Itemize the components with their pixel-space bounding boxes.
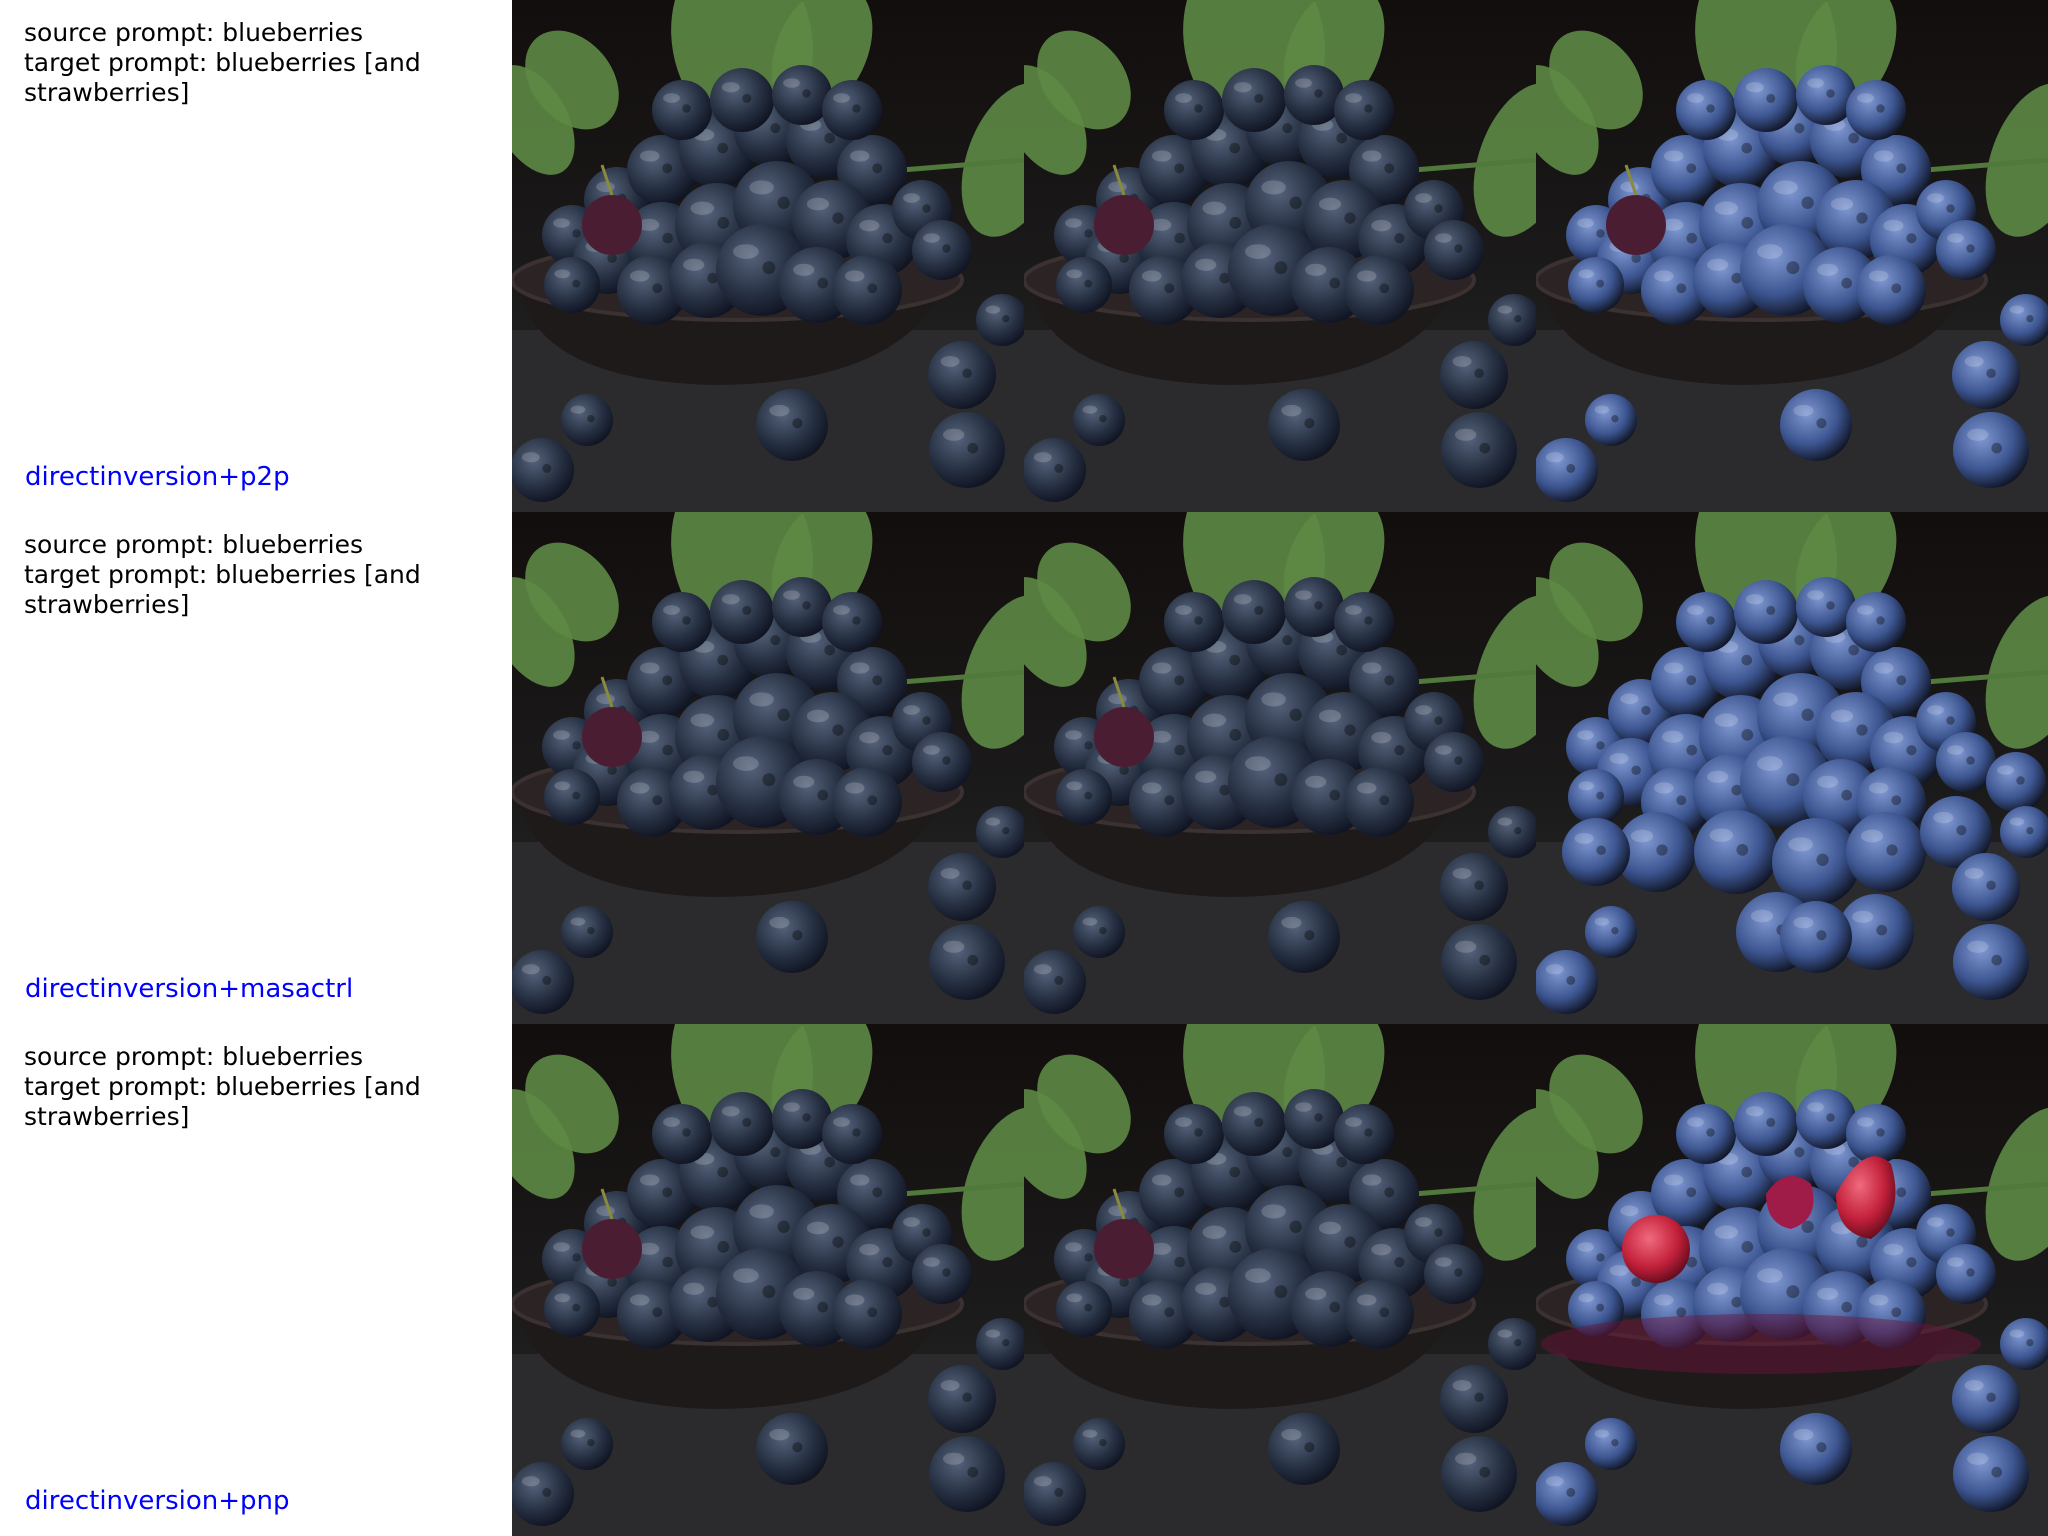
method-label: directinversion+pnp xyxy=(25,1486,290,1516)
comparison-row-2: source prompt: blueberries target prompt… xyxy=(0,512,2048,1024)
target-prompt: target prompt: blueberries [and strawber… xyxy=(24,1072,429,1131)
source-prompt: source prompt: blueberries xyxy=(24,1042,364,1071)
method-label: directinversion+masactrl xyxy=(25,974,354,1004)
result-image xyxy=(1536,1024,2048,1536)
prompt-text: source prompt: blueberries target prompt… xyxy=(24,18,494,108)
result-image xyxy=(1024,1024,1536,1536)
source-prompt: source prompt: blueberries xyxy=(24,530,364,559)
comparison-row-1: source prompt: blueberries target prompt… xyxy=(0,0,2048,512)
blueberry-photo xyxy=(1536,1024,2048,1536)
result-image xyxy=(512,1024,1024,1536)
result-image xyxy=(512,0,1024,512)
row-label-panel: source prompt: blueberries target prompt… xyxy=(0,0,512,512)
blueberry-photo xyxy=(1024,0,1536,512)
row-label-panel: source prompt: blueberries target prompt… xyxy=(0,1024,512,1536)
blueberry-photo xyxy=(1536,512,2048,1024)
result-image xyxy=(1024,512,1536,1024)
blueberry-photo xyxy=(512,512,1024,1024)
prompt-text: source prompt: blueberries target prompt… xyxy=(24,530,494,620)
prompt-text: source prompt: blueberries target prompt… xyxy=(24,1042,494,1132)
method-label: directinversion+p2p xyxy=(25,462,290,492)
result-image xyxy=(1536,0,2048,512)
source-prompt: source prompt: blueberries xyxy=(24,18,364,47)
blueberry-photo xyxy=(512,0,1024,512)
result-image xyxy=(1536,512,2048,1024)
blueberry-photo xyxy=(1024,1024,1536,1536)
row-label-panel: source prompt: blueberries target prompt… xyxy=(0,512,512,1024)
blueberry-photo xyxy=(512,1024,1024,1536)
blueberry-photo xyxy=(1536,0,2048,512)
comparison-row-3: source prompt: blueberries target prompt… xyxy=(0,1024,2048,1536)
result-image xyxy=(1024,0,1536,512)
target-prompt: target prompt: blueberries [and strawber… xyxy=(24,48,429,107)
target-prompt: target prompt: blueberries [and strawber… xyxy=(24,560,429,619)
result-image xyxy=(512,512,1024,1024)
blueberry-photo xyxy=(1024,512,1536,1024)
